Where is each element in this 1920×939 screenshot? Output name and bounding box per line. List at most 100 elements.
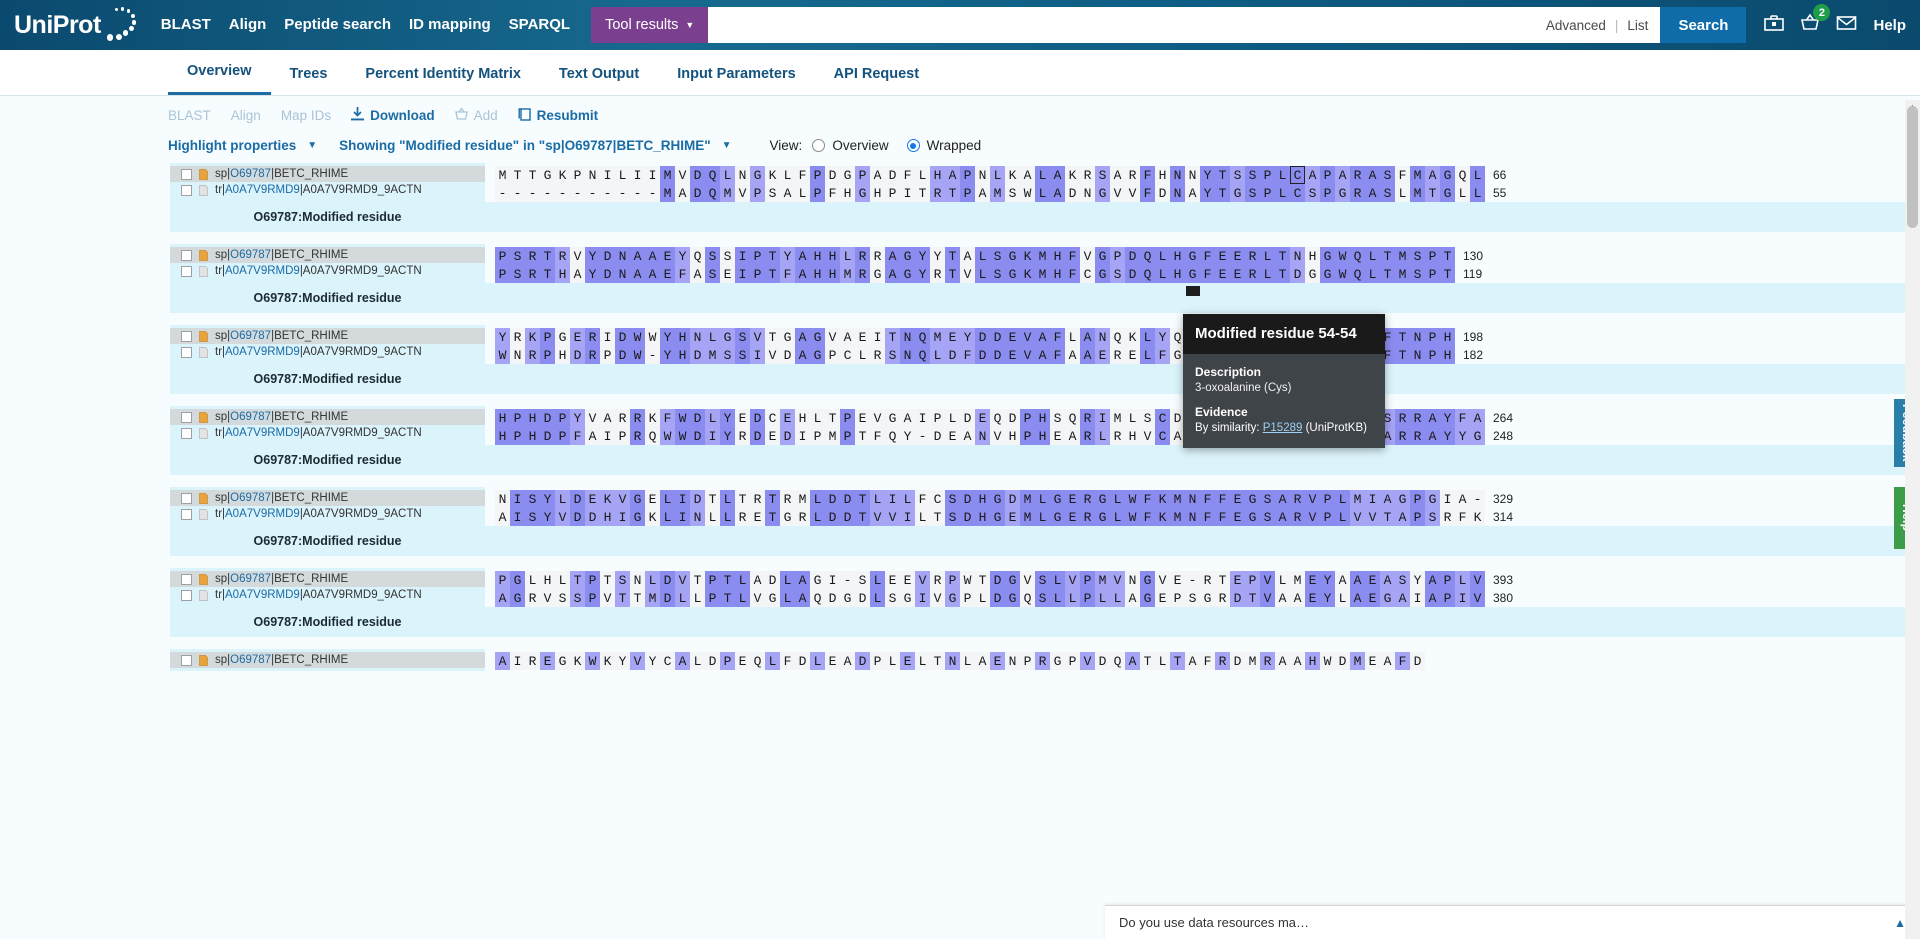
residue-cell[interactable]: G [1005,571,1020,589]
residue-cell[interactable]: H [600,508,615,526]
residue-cell[interactable]: I [600,427,615,445]
residue-cell[interactable]: R [1035,652,1050,670]
residue-cell[interactable]: L [1335,508,1350,526]
tooltip-evidence-link[interactable]: P15289 [1263,422,1303,434]
residue-cell[interactable]: V [1470,589,1485,607]
residue-cell[interactable]: K [1155,490,1170,508]
residue-cell[interactable]: W [585,652,600,670]
residue-cell[interactable]: V [540,589,555,607]
residue-cell[interactable]: V [570,247,585,265]
residue-cell[interactable]: D [540,409,555,427]
residue-cell[interactable]: F [1215,508,1230,526]
residue-cell[interactable]: D [690,427,705,445]
residue-cell[interactable]: D [1005,490,1020,508]
survey-banner[interactable]: Do you use data resources ma… ▲ [1105,905,1920,939]
residue-cell[interactable]: R [1410,409,1425,427]
residue-cell[interactable]: P [495,571,510,589]
residue-cell[interactable]: M [1020,490,1035,508]
residue-cell[interactable]: G [1425,490,1440,508]
residue-cell[interactable]: A [1290,652,1305,670]
view-option-overview[interactable]: Overview [812,138,889,153]
sequence-checkbox[interactable] [181,346,192,358]
residue-cell[interactable]: I [645,166,660,184]
residue-cell[interactable]: Q [1140,265,1155,283]
residue-cell[interactable]: D [1290,265,1305,283]
residue-cell[interactable]: G [555,328,570,346]
residue-cell[interactable]: L [1065,589,1080,607]
residue-cell[interactable]: A [1080,346,1095,364]
residue-cell[interactable]: G [765,589,780,607]
search-button[interactable]: Search [1660,7,1747,43]
residue-cell[interactable]: D [960,409,975,427]
residue-cell[interactable]: V [1125,184,1140,202]
residue-cell[interactable]: R [1200,571,1215,589]
residue-cell[interactable]: A [630,265,645,283]
residue-cell[interactable]: R [1110,427,1125,445]
residue-cell[interactable]: Y [540,508,555,526]
residue-cell[interactable]: M [1290,571,1305,589]
residue-cell[interactable]: H [810,265,825,283]
residue-cell[interactable]: P [615,427,630,445]
residue-cell[interactable]: G [1140,589,1155,607]
residue-cell[interactable]: V [555,508,570,526]
advanced-search-link[interactable]: Advanced [1546,18,1606,33]
residue-cell[interactable]: A [1455,490,1470,508]
residue-cell[interactable]: R [1350,184,1365,202]
residue-cell[interactable]: A [870,166,885,184]
residue-cell[interactable]: Y [915,265,930,283]
residue-cell[interactable]: L [555,490,570,508]
residue-cell[interactable]: E [1215,265,1230,283]
residue-cell[interactable]: R [525,247,540,265]
basket-icon[interactable]: 2 [1800,4,1831,37]
residue-cell[interactable]: V [1260,571,1275,589]
residue-cell[interactable]: H [1005,427,1020,445]
tab-overview[interactable]: Overview [168,63,271,95]
residue-cell[interactable]: L [915,166,930,184]
residue-cell[interactable]: P [1080,589,1095,607]
residue-cell[interactable]: L [705,409,720,427]
residue-cell[interactable]: W [1020,184,1035,202]
residue-cell[interactable]: L [1065,328,1080,346]
residue-cell[interactable]: Y [675,247,690,265]
residue-cell[interactable]: Y [660,328,675,346]
residue-cell[interactable]: A [1065,427,1080,445]
residue-cell[interactable]: M [1395,247,1410,265]
residue-cell[interactable]: L [1035,166,1050,184]
residue-cell[interactable]: W [675,427,690,445]
residue-cell[interactable]: Q [915,328,930,346]
residue-cell[interactable]: E [1005,328,1020,346]
residue-cell[interactable]: R [1080,490,1095,508]
residue-cell[interactable]: S [765,184,780,202]
residue-cell[interactable]: A [795,265,810,283]
sequence-checkbox[interactable] [181,168,192,180]
residue-cell[interactable]: D [1230,589,1245,607]
residue-cell[interactable]: F [1140,184,1155,202]
residue-cell[interactable]: - [630,184,645,202]
residue-cell[interactable]: A [840,328,855,346]
residue-cell[interactable]: I [600,328,615,346]
residue-cell[interactable]: V [1110,571,1125,589]
residue-cell[interactable]: S [720,247,735,265]
residue-cell[interactable]: G [1200,589,1215,607]
residue-cell[interactable]: I [915,589,930,607]
residue-cell[interactable]: M [1245,652,1260,670]
residue-cell[interactable]: G [1335,184,1350,202]
residue-cell[interactable]: V [1155,571,1170,589]
residue-cell[interactable]: F [1155,346,1170,364]
residue-cell[interactable]: I [825,571,840,589]
residue-cell[interactable]: N [690,328,705,346]
residue-cell[interactable]: P [510,427,525,445]
residue-cell[interactable]: T [915,184,930,202]
residue-cell[interactable]: P [930,409,945,427]
residue-cell[interactable]: F [870,427,885,445]
residue-cell[interactable]: V [585,409,600,427]
residue-cell[interactable]: C [1290,184,1305,202]
residue-cell[interactable]: G [1050,508,1065,526]
residue-cell[interactable]: N [1290,247,1305,265]
residue-cell[interactable]: D [990,346,1005,364]
mail-icon[interactable] [1836,13,1857,37]
residue-cell[interactable]: V [870,508,885,526]
residue-cell[interactable]: E [1365,589,1380,607]
residue-cell[interactable]: A [795,328,810,346]
residue-cell[interactable]: R [585,346,600,364]
